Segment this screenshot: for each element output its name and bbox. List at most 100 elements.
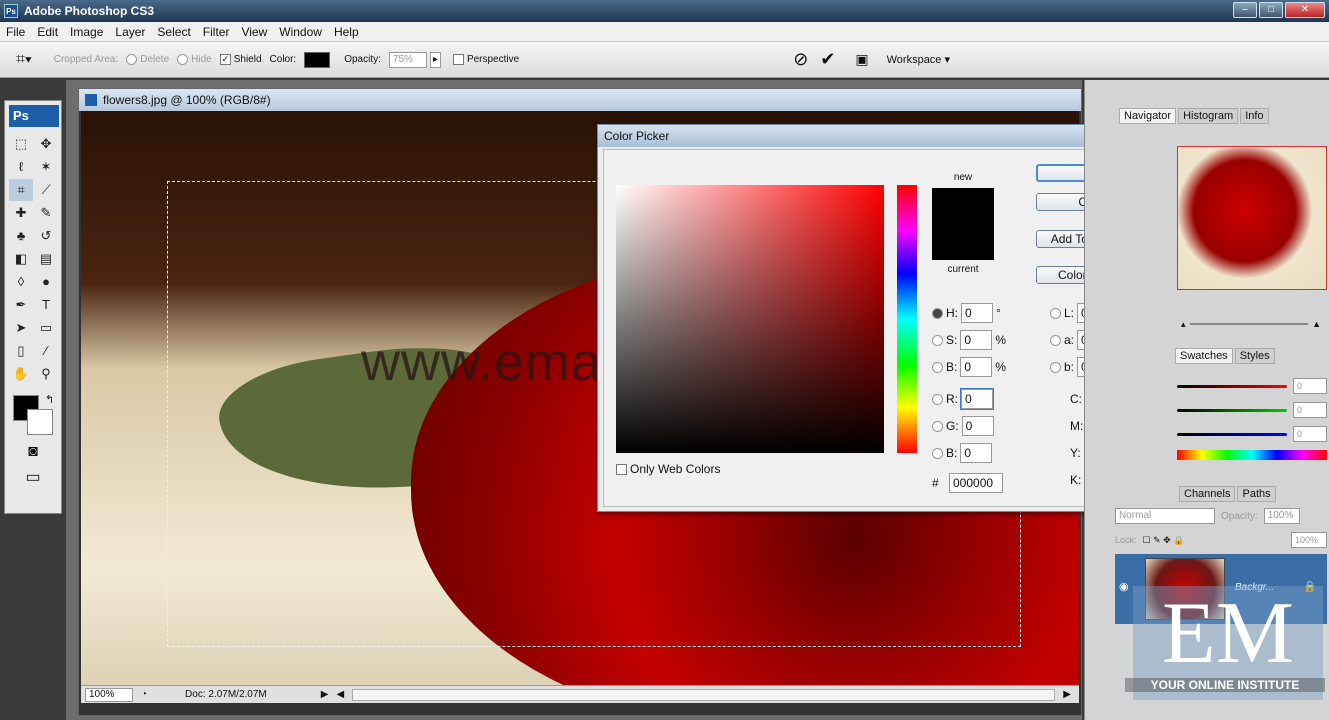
commit-crop-icon[interactable]: ✔: [820, 49, 835, 70]
menu-filter[interactable]: Filter: [197, 25, 236, 39]
menu-window[interactable]: Window: [273, 25, 328, 39]
crop-tool-icon[interactable]: ⌗▾: [16, 51, 32, 69]
clone-stamp-icon[interactable]: ♣: [9, 225, 33, 247]
zoom-out-icon[interactable]: ▴: [1181, 319, 1186, 330]
menu-select[interactable]: Select: [151, 25, 196, 39]
workspace-menu[interactable]: Workspace ▾: [887, 53, 950, 66]
scroll-left-icon[interactable]: ◀: [336, 689, 344, 700]
l-radio[interactable]: [1050, 307, 1061, 319]
zoom-in-icon[interactable]: ▲: [1312, 319, 1321, 329]
menu-layer[interactable]: Layer: [109, 25, 151, 39]
red-value[interactable]: 0: [1293, 378, 1327, 394]
zoom-tool-icon[interactable]: ⚲: [34, 363, 58, 385]
eraser-tool-icon[interactable]: ◧: [9, 248, 33, 270]
magic-wand-icon[interactable]: ✶: [34, 156, 58, 178]
shield-option[interactable]: ✓ Shield: [219, 54, 262, 65]
eye-icon[interactable]: ◉: [1119, 580, 1129, 593]
background-color[interactable]: [27, 409, 53, 435]
color-ramp[interactable]: [1177, 450, 1327, 460]
s-input[interactable]: 0: [960, 330, 993, 350]
horizontal-scrollbar[interactable]: [352, 688, 1056, 701]
tab-navigator[interactable]: Navigator: [1119, 108, 1177, 124]
color-field[interactable]: [616, 185, 884, 453]
shape-tool-icon[interactable]: ▭: [34, 317, 58, 339]
lock-icons[interactable]: ☐ ✎ ✥ 🔒: [1143, 535, 1185, 546]
menu-help[interactable]: Help: [328, 25, 365, 39]
navigator-thumbnail[interactable]: [1177, 146, 1327, 290]
brush-tool-icon[interactable]: ✎: [34, 202, 58, 224]
green-value[interactable]: 0: [1293, 402, 1327, 418]
green-slider[interactable]: [1177, 408, 1287, 412]
h-input[interactable]: 0: [961, 303, 993, 323]
notes-tool-icon[interactable]: ▯: [9, 340, 33, 362]
menu-edit[interactable]: Edit: [31, 25, 64, 39]
tab-swatches[interactable]: Swatches: [1175, 348, 1233, 364]
layer-opacity-field[interactable]: 100%: [1263, 508, 1300, 524]
tab-styles[interactable]: Styles: [1234, 348, 1275, 364]
menu-view[interactable]: View: [235, 25, 273, 39]
s-radio[interactable]: [932, 334, 943, 346]
only-web-colors-checkbox[interactable]: [616, 463, 627, 475]
opacity-arrow-icon[interactable]: ▸: [429, 51, 441, 68]
h-radio[interactable]: [932, 307, 943, 319]
healing-brush-icon[interactable]: ✚: [9, 202, 33, 224]
blue-value[interactable]: 0: [1293, 426, 1327, 442]
bridge-icon[interactable]: ▣: [855, 51, 868, 68]
minimize-button[interactable]: –: [1233, 2, 1257, 18]
gradient-tool-icon[interactable]: ▤: [34, 248, 58, 270]
path-select-icon[interactable]: ➤: [9, 317, 33, 339]
hue-slider[interactable]: [897, 185, 917, 453]
pen-tool-icon[interactable]: ✒: [9, 294, 33, 316]
shield-checkbox[interactable]: ✓: [219, 54, 231, 65]
g-radio[interactable]: [932, 420, 943, 432]
perspective-checkbox[interactable]: [452, 54, 464, 65]
blue-input[interactable]: 0: [960, 443, 993, 463]
perspective-option[interactable]: Perspective: [452, 54, 519, 65]
status-menu-arrow-icon[interactable]: ▶: [321, 689, 329, 700]
hide-option[interactable]: Hide: [177, 54, 212, 65]
maximize-button[interactable]: □: [1259, 2, 1283, 18]
dodge-tool-icon[interactable]: ●: [34, 271, 58, 293]
opacity-field[interactable]: 75%: [388, 51, 427, 68]
blue-slider[interactable]: [1177, 432, 1287, 436]
hide-radio[interactable]: [177, 54, 189, 65]
eyedropper-icon[interactable]: ⁄: [34, 340, 58, 362]
cancel-crop-icon[interactable]: ⊘: [793, 49, 808, 70]
swap-colors-icon[interactable]: ↰: [45, 393, 54, 406]
marquee-tool-icon[interactable]: ⬚: [9, 133, 33, 155]
red-slider[interactable]: [1177, 384, 1287, 388]
quick-mask-icon[interactable]: ◙: [5, 443, 61, 461]
r-radio[interactable]: [932, 393, 943, 405]
navigator-zoom-slider[interactable]: ▴ ▲: [1181, 319, 1321, 330]
hand-tool-icon[interactable]: ✋: [9, 363, 33, 385]
delete-option[interactable]: Delete: [126, 54, 169, 65]
close-button[interactable]: ✕: [1285, 2, 1325, 18]
blend-mode-select[interactable]: Normal: [1115, 508, 1215, 524]
shield-color-swatch[interactable]: [304, 51, 331, 68]
delete-radio[interactable]: [126, 54, 138, 65]
type-tool-icon[interactable]: T: [34, 294, 58, 316]
slice-tool-icon[interactable]: ⟋: [34, 179, 58, 201]
r-input[interactable]: 0: [960, 388, 994, 410]
only-web-colors-option[interactable]: Only Web Colors: [616, 458, 720, 480]
scroll-right-icon[interactable]: ▶: [1063, 689, 1071, 700]
hex-input[interactable]: 000000: [949, 473, 1003, 493]
move-tool-icon[interactable]: ✥: [34, 133, 58, 155]
b-radio[interactable]: [932, 361, 943, 373]
a-radio[interactable]: [1050, 334, 1061, 346]
screen-mode-icon[interactable]: ▭: [5, 467, 61, 487]
menu-image[interactable]: Image: [64, 25, 109, 39]
blue-radio[interactable]: [932, 447, 943, 459]
fill-field[interactable]: 100%: [1291, 532, 1327, 548]
menu-file[interactable]: File: [0, 25, 31, 39]
tab-histogram[interactable]: Histogram: [1178, 108, 1239, 124]
zoom-field[interactable]: 100%: [85, 687, 133, 702]
lab-b-radio[interactable]: [1050, 361, 1061, 373]
b-input[interactable]: 0: [960, 357, 993, 377]
blur-tool-icon[interactable]: ◊: [9, 271, 33, 293]
tab-channels[interactable]: Channels: [1179, 486, 1236, 502]
crop-tool-icon[interactable]: ⌗: [9, 179, 33, 201]
tab-info[interactable]: Info: [1240, 108, 1269, 124]
lasso-tool-icon[interactable]: ℓ: [9, 156, 33, 178]
history-brush-icon[interactable]: ↺: [34, 225, 58, 247]
